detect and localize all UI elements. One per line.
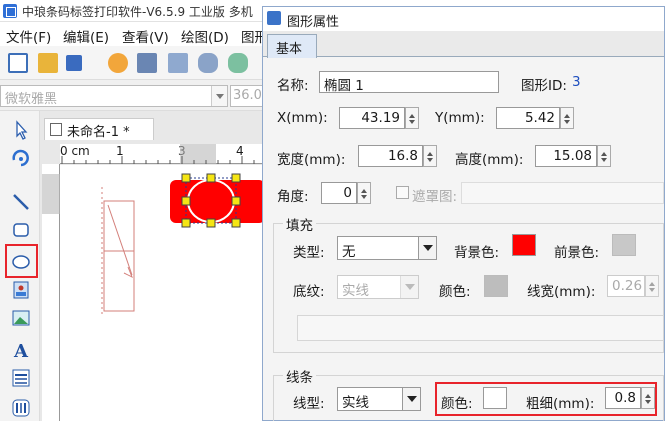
save-icon[interactable] (66, 55, 82, 71)
fill-color-label: 颜色: (439, 284, 471, 300)
height-label: 高度(mm): (455, 152, 524, 168)
line-type-select[interactable]: 实线 (337, 387, 421, 411)
horizontal-ruler: 0 cm 1 3 4 (60, 144, 265, 164)
app-title: 中琅条码标签打印软件-V6.5.9 工业版 多机 (22, 5, 253, 19)
angle-label: 角度: (277, 189, 309, 205)
database-icon[interactable] (198, 53, 218, 73)
print-icon[interactable] (137, 53, 157, 73)
rich-text-tool-icon[interactable] (10, 367, 32, 389)
font-family-value: 微软雅黑 (5, 92, 58, 107)
y-input[interactable]: 5.42 (496, 107, 560, 129)
width-spinner[interactable] (423, 145, 437, 167)
fill-type-value: 无 (342, 244, 356, 260)
dialog-tabs: 基本 (263, 31, 664, 58)
shape-properties-dialog: 图形属性 基本 名称: 椭圆 1 图形ID: 3 X(mm): 43.19 Y(… (262, 6, 665, 421)
document-tab-label: 未命名-1 * (67, 125, 130, 140)
fill-linewidth-spinner[interactable] (645, 275, 659, 297)
image-tool-icon[interactable] (10, 279, 32, 301)
fill-preview-field (297, 315, 664, 341)
y-label: Y(mm): (435, 110, 485, 126)
chevron-down-icon[interactable] (418, 237, 436, 259)
pattern-select[interactable]: 实线 (337, 275, 419, 299)
barcode-tool-icon[interactable] (10, 397, 32, 419)
angle-input[interactable]: 0 (321, 182, 357, 204)
foreground-color-swatch[interactable] (612, 234, 636, 256)
new-file-icon[interactable] (8, 53, 28, 73)
menu-file[interactable]: 文件(F) (6, 26, 51, 46)
line-settings-highlight (435, 382, 657, 416)
fill-type-select[interactable]: 无 (337, 236, 437, 260)
font-family-select[interactable]: 微软雅黑 (0, 85, 228, 107)
x-spinner[interactable] (405, 107, 419, 129)
ellipse-tool-highlight (5, 244, 38, 278)
dialog-title: 图形属性 (287, 15, 340, 30)
line-tool-icon[interactable] (10, 191, 32, 213)
name-label: 名称: (277, 78, 309, 94)
database-settings-icon[interactable] (228, 53, 248, 73)
mask-label: 遮罩图: (412, 189, 458, 205)
x-label: X(mm): (277, 110, 328, 126)
canvas-drawing (101, 173, 265, 315)
document-icon (50, 123, 62, 136)
dialog-titlebar: 图形属性 (263, 7, 664, 31)
pattern-label: 底纹: (293, 284, 325, 300)
rectangle-tool-icon[interactable] (10, 219, 32, 241)
height-input[interactable]: 15.08 (535, 145, 597, 167)
fill-group-title: 填充 (283, 214, 316, 234)
app-logo-icon (3, 4, 17, 18)
print-preview-icon[interactable] (168, 53, 188, 73)
width-input[interactable]: 16.8 (358, 145, 423, 167)
pointer-select-icon[interactable] (10, 119, 32, 141)
dialog-app-icon (267, 11, 281, 25)
width-label: 宽度(mm): (277, 152, 346, 168)
menu-view[interactable]: 查看(V) (122, 26, 169, 46)
tab-basic[interactable]: 基本 (267, 34, 317, 58)
line-group-title: 线条 (283, 366, 316, 386)
document-tab[interactable]: 未命名-1 * (44, 118, 154, 140)
chevron-down-icon[interactable] (402, 388, 420, 410)
fill-linewidth-label: 线宽(mm): (527, 284, 596, 300)
height-spinner[interactable] (597, 145, 611, 167)
vertical-ruler (42, 164, 60, 421)
chevron-down-icon[interactable] (400, 276, 418, 298)
line-type-value: 实线 (342, 395, 369, 411)
line-type-label: 线型: (293, 396, 325, 412)
fill-type-label: 类型: (293, 245, 325, 261)
ruler-ticks (61, 156, 255, 164)
open-folder-icon[interactable] (38, 53, 58, 73)
pattern-value: 实线 (342, 283, 369, 299)
shape-id-value: 3 (572, 74, 581, 90)
mask-checkbox[interactable] (396, 186, 409, 199)
angle-spinner[interactable] (357, 182, 371, 204)
vertical-ruler-selection-band (42, 174, 60, 214)
picture-tool-icon[interactable] (10, 307, 32, 329)
fill-linewidth-input[interactable]: 0.26 (607, 275, 645, 297)
chevron-down-icon[interactable] (211, 86, 227, 106)
settings-gear-icon[interactable] (108, 53, 128, 73)
foreground-color-label: 前景色: (554, 245, 600, 261)
x-input[interactable]: 43.19 (339, 107, 405, 129)
name-input[interactable]: 椭圆 1 (319, 71, 499, 94)
text-tool-icon[interactable]: A (10, 339, 32, 361)
background-color-label: 背景色: (454, 245, 500, 261)
menu-edit[interactable]: 编辑(E) (63, 26, 109, 46)
fill-color-swatch[interactable] (484, 275, 508, 297)
background-color-swatch[interactable] (512, 234, 536, 256)
svg-text:A: A (13, 341, 29, 361)
rotate-tool-icon[interactable] (10, 147, 32, 169)
menu-draw[interactable]: 绘图(D) (181, 26, 229, 46)
mask-image-field[interactable] (461, 182, 664, 204)
label-canvas[interactable] (60, 165, 265, 421)
background-sketch (101, 187, 135, 315)
y-spinner[interactable] (560, 107, 574, 129)
shape-id-label: 图形ID: (521, 78, 567, 94)
